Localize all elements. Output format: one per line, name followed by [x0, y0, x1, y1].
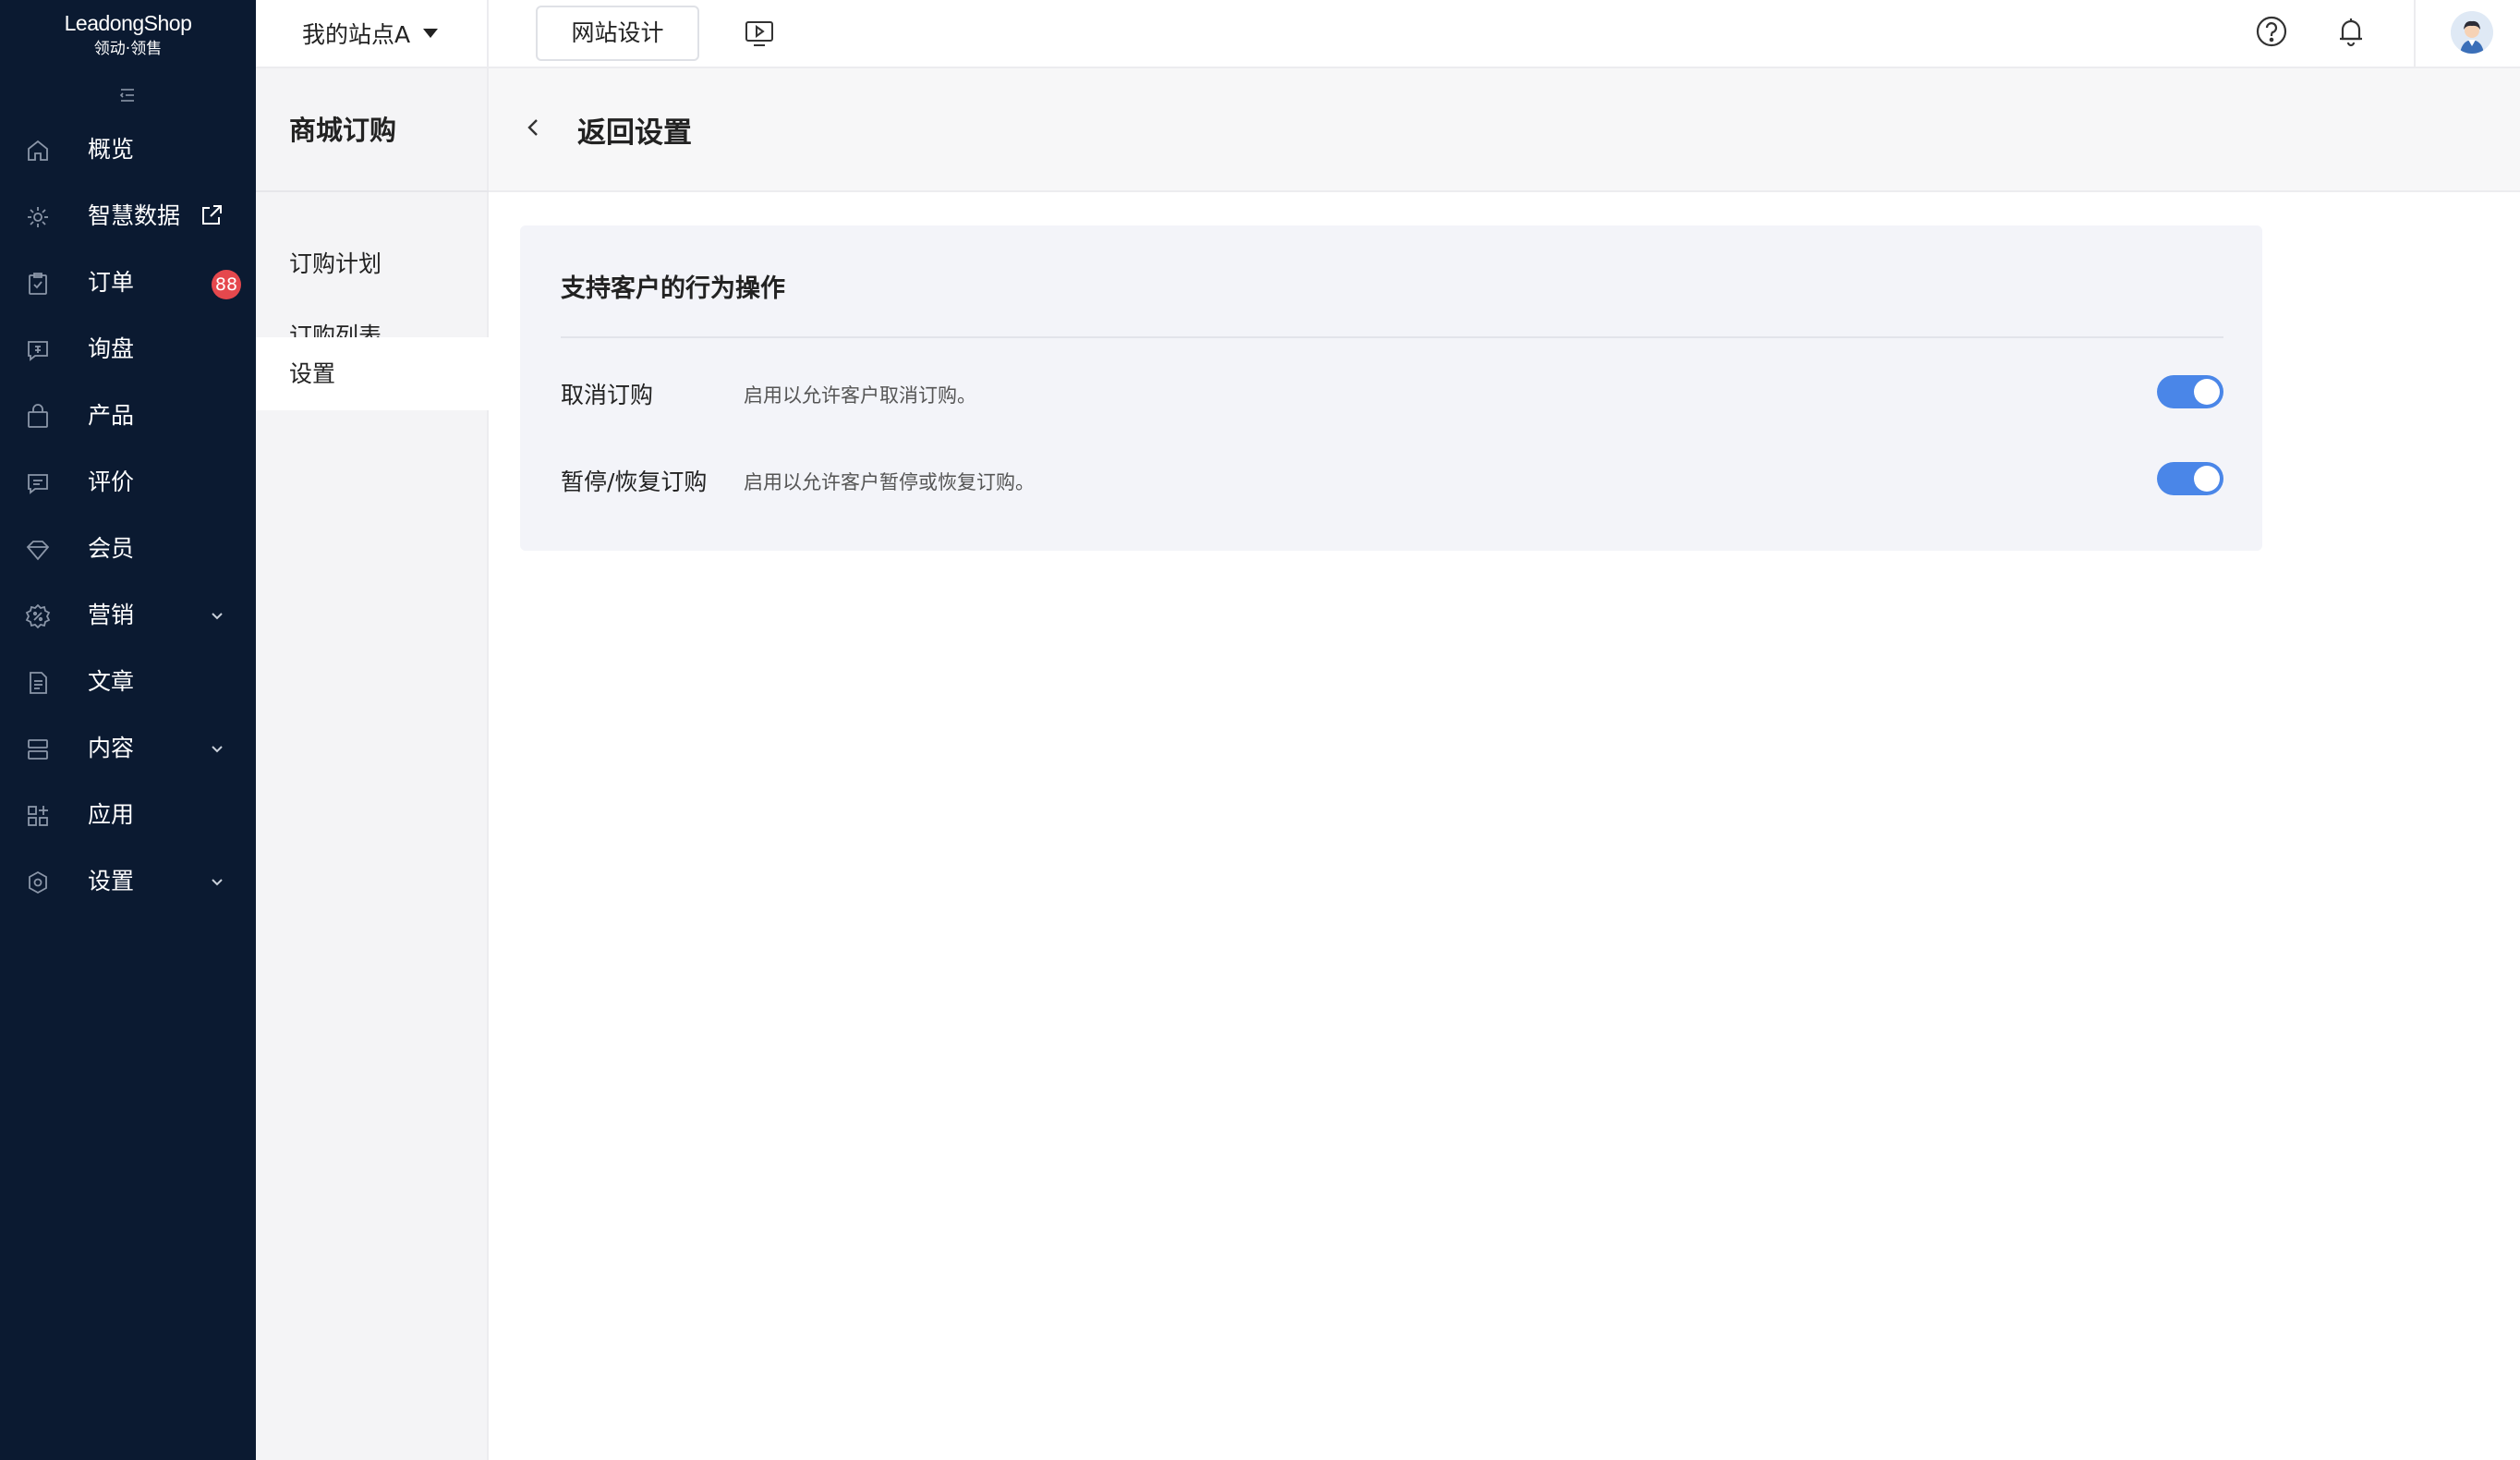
data-icon: [28, 207, 48, 227]
website-design-button[interactable]: 网站设计: [536, 6, 699, 61]
card-title: 支持客户的行为操作: [561, 274, 785, 303]
pause-resume-subscription-toggle[interactable]: [2157, 462, 2223, 495]
chevron-down-icon: [212, 613, 223, 620]
subnav-item-settings[interactable]: 设置: [256, 337, 489, 410]
brand-subtitle: 领动·领售: [93, 40, 163, 58]
cancel-subscription-toggle[interactable]: [2157, 375, 2223, 408]
marketing-icon: [25, 603, 51, 629]
chevron-down-icon: [212, 879, 223, 886]
site-selector[interactable]: 我的站点A: [302, 17, 439, 50]
article-icon: [30, 672, 47, 694]
nav-item-inquiries[interactable]: 询盘: [0, 322, 256, 377]
nav-item-settings[interactable]: 设置: [0, 854, 256, 909]
nav-item-label: 会员: [88, 535, 135, 562]
nav-item-marketing[interactable]: 营销: [0, 588, 256, 643]
nav-item-orders[interactable]: 订单 88: [0, 255, 256, 310]
diamond-icon: [26, 541, 50, 561]
nav-item-label: 设置: [88, 868, 135, 894]
page-title[interactable]: 返回设置: [577, 109, 692, 151]
top-header: 我的站点A 网站设计: [256, 0, 2520, 68]
setting-name: 暂停/恢复订购: [561, 468, 708, 495]
preview-play-icon[interactable]: [743, 17, 776, 50]
nav-item-products[interactable]: 产品: [0, 388, 256, 444]
inquiry-icon: [28, 341, 48, 361]
nav-item-label: 订单: [88, 269, 135, 296]
brand-name: LeadongShop: [64, 11, 192, 35]
home-icon: [28, 140, 48, 161]
nav-item-apps[interactable]: 应用: [0, 787, 256, 843]
setting-row-pause-resume-subscription: 暂停/恢复订购 启用以允许客户暂停或恢复订购。: [561, 451, 2223, 506]
page-header: 返回设置: [489, 68, 2520, 192]
nav-item-members[interactable]: 会员: [0, 521, 256, 577]
avatar-image: [2451, 11, 2493, 54]
user-avatar[interactable]: [2451, 11, 2493, 54]
setting-row-cancel-subscription: 取消订购 启用以允许客户取消订购。: [561, 364, 2223, 420]
nav-item-label: 概览: [88, 136, 135, 163]
main-sidebar: LeadongShop 领动·领售 概览 智慧数据 订单 88 询盘 产品 评价…: [0, 0, 256, 1460]
content-icon: [28, 739, 48, 760]
help-icon[interactable]: [2253, 13, 2290, 50]
external-link-icon: [202, 205, 222, 225]
nav-item-reviews[interactable]: 评价: [0, 455, 256, 510]
setting-description: 启用以允许客户暂停或恢复订购。: [744, 471, 1035, 493]
nav-item-label: 智慧数据: [88, 202, 181, 229]
collapse-menu-icon[interactable]: [117, 85, 138, 105]
nav-item-label: 文章: [88, 668, 135, 695]
nav-item-overview[interactable]: 概览: [0, 122, 256, 177]
secondary-sidebar: 商城订购 订购计划 订购列表 设置: [256, 68, 489, 1460]
caret-down-icon: [423, 29, 439, 38]
nav-item-content[interactable]: 内容: [0, 721, 256, 776]
header-divider: [487, 0, 489, 68]
nav-item-label: 营销: [88, 602, 135, 628]
order-icon: [29, 273, 47, 295]
notification-bell-icon[interactable]: [2332, 13, 2369, 50]
nav-item-articles[interactable]: 文章: [0, 654, 256, 710]
nav-item-smart-data[interactable]: 智慧数据: [0, 189, 256, 244]
comment-icon: [28, 474, 48, 494]
nav-item-label: 评价: [88, 468, 135, 495]
apps-icon: [28, 806, 48, 826]
nav-item-label: 内容: [88, 735, 135, 761]
site-name: 我的站点A: [302, 21, 411, 48]
setting-name: 取消订购: [561, 382, 654, 408]
subnav-divider: [256, 190, 489, 192]
nav-item-label: 产品: [88, 402, 135, 429]
order-count-badge: 88: [212, 270, 241, 299]
card-divider: [561, 336, 2223, 338]
settings-card: 支持客户的行为操作 取消订购 启用以允许客户取消订购。 暂停/恢复订购 启用以允…: [520, 225, 2262, 551]
nav-item-label: 应用: [88, 801, 135, 828]
main-content: 返回设置 支持客户的行为操作 取消订购 启用以允许客户取消订购。 暂停/恢复订购…: [489, 68, 2520, 1460]
header-divider: [2414, 0, 2416, 68]
subnav-item-subscription-plans[interactable]: 订购计划: [256, 227, 489, 300]
settings-icon: [29, 870, 47, 894]
subnav-title: 商城订购: [289, 115, 397, 146]
bag-icon: [28, 404, 48, 428]
chevron-down-icon: [212, 746, 223, 753]
setting-description: 启用以允许客户取消订购。: [744, 384, 976, 407]
brand-logo[interactable]: LeadongShop 领动·领售: [0, 0, 256, 67]
toggle-knob: [2194, 466, 2220, 492]
nav-item-label: 询盘: [88, 335, 135, 362]
toggle-knob: [2194, 379, 2220, 405]
back-arrow-icon[interactable]: [520, 111, 546, 144]
